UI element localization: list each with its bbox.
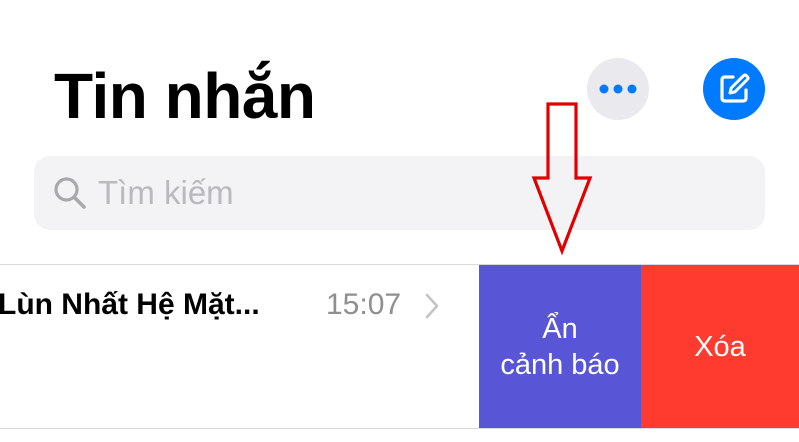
chevron-right-icon: [425, 293, 439, 319]
more-options-button[interactable]: [587, 58, 649, 120]
annotation-arrow-icon: [531, 102, 593, 256]
contact-name: Lùn Nhất Hệ Mặt...: [0, 288, 260, 321]
search-input[interactable]: Tìm kiếm: [34, 156, 765, 230]
hide-alerts-label-line1: Ẩn: [542, 312, 578, 345]
conversation-row[interactable]: Lùn Nhất Hệ Mặt... 15:07: [0, 265, 479, 428]
hide-alerts-label-line2: cảnh báo: [500, 348, 620, 381]
delete-label: Xóa: [694, 330, 746, 363]
compose-button[interactable]: [703, 58, 765, 120]
search-placeholder: Tìm kiếm: [98, 174, 234, 211]
row-separator-bottom: [0, 428, 799, 429]
page-title: Tin nhắn: [54, 60, 316, 132]
delete-button[interactable]: Xóa: [641, 265, 799, 428]
search-icon: [54, 177, 86, 209]
ellipsis-icon: [599, 84, 637, 94]
compose-icon: [703, 58, 765, 120]
hide-alerts-button[interactable]: Ẩn cảnh báo: [479, 265, 641, 428]
messages-screen: Tin nhắn Tìm kiếm Lùn Nhất Hệ Mặt... 15:…: [0, 0, 799, 442]
message-time: 15:07: [326, 288, 402, 321]
